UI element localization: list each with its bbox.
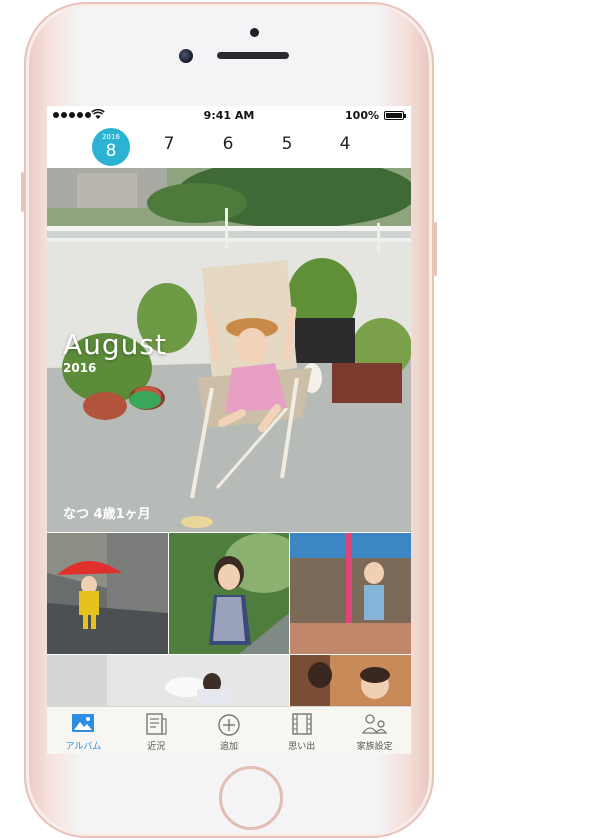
proximity-sensor	[250, 28, 259, 37]
photo-thumbnail[interactable]	[47, 655, 289, 706]
tab-label: 家族設定	[356, 742, 393, 752]
hero-caption: なつ 4歳1ヶ月	[63, 507, 151, 522]
tab-label: 思い出	[288, 742, 316, 752]
tab-label: 追加	[219, 742, 238, 752]
thumb-image-room	[47, 655, 289, 706]
battery-icon	[384, 111, 404, 120]
tab-album[interactable]: アルバム	[47, 707, 120, 754]
thumb-image-umbrella	[47, 533, 168, 654]
hero-year: 2016	[63, 361, 97, 375]
battery-nub	[404, 114, 406, 118]
month-item[interactable]: 5	[277, 134, 297, 154]
tab-label: 近況	[147, 742, 166, 752]
film-icon	[292, 713, 312, 735]
photo-thumbnail[interactable]	[47, 533, 168, 654]
volume-button	[21, 172, 24, 212]
status-bar: 9:41 AM 100%	[47, 106, 411, 126]
album-icon	[72, 714, 95, 732]
hero-month-title: August	[63, 328, 167, 361]
home-button[interactable]	[219, 766, 283, 830]
photo-thumbnail[interactable]	[290, 655, 411, 706]
tab-label: アルバム	[65, 742, 102, 752]
month-selected-year: 2016	[102, 133, 120, 141]
hero-photo[interactable]: August 2016 なつ 4歳1ヶ月	[47, 168, 411, 532]
tab-add[interactable]: 追加	[193, 707, 266, 754]
tab-memories[interactable]: 思い出	[265, 707, 338, 754]
thumb-image-family	[290, 655, 411, 706]
thumb-image-playground	[290, 533, 411, 654]
add-icon	[218, 714, 240, 736]
thumb-image-girl-dress	[169, 533, 289, 654]
tab-family-settings[interactable]: 家族設定	[338, 707, 411, 754]
app-screen: 9:41 AM 100% 2016 8 7 6 5 4 August 2016 …	[47, 106, 411, 754]
tab-news[interactable]: 近況	[120, 707, 193, 754]
month-selected[interactable]: 2016 8	[92, 128, 130, 166]
earpiece-speaker	[217, 52, 289, 59]
tab-bar: アルバム 近況 追加 思い出 家族設定	[47, 706, 411, 754]
month-selector: 2016 8 7 6 5 4	[47, 126, 411, 168]
month-item[interactable]: 7	[159, 134, 179, 154]
battery-percent: 100%	[345, 109, 379, 122]
month-item[interactable]: 6	[218, 134, 238, 154]
power-button	[434, 222, 437, 276]
photo-thumbnail[interactable]	[290, 533, 411, 654]
month-item[interactable]: 4	[335, 134, 355, 154]
family-icon	[361, 714, 387, 734]
photo-thumbnail[interactable]	[169, 533, 289, 654]
news-icon	[146, 713, 167, 735]
month-selected-number: 8	[105, 141, 117, 161]
front-camera	[179, 49, 193, 63]
